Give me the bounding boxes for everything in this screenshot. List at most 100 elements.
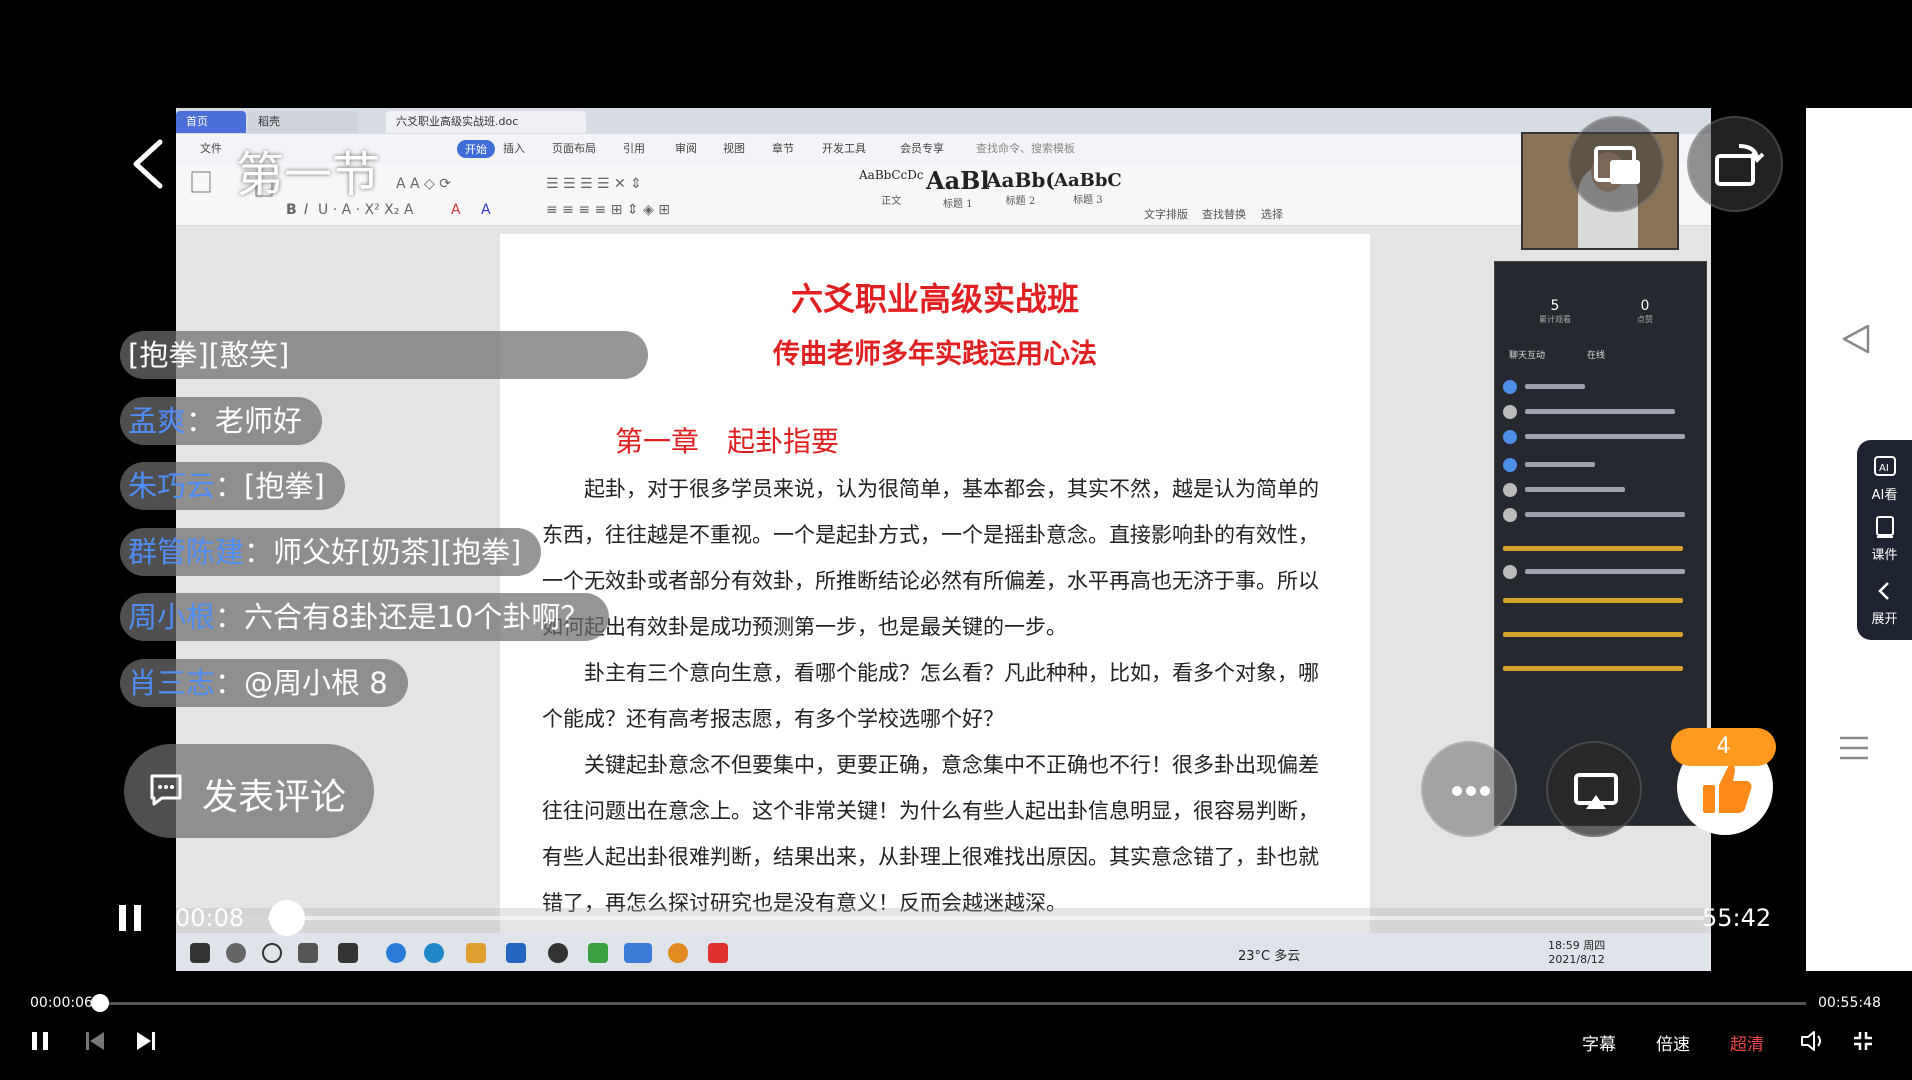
- ribbon-text-layout: 文字排版: [1144, 208, 1188, 221]
- live-chat-message: [1503, 628, 1695, 642]
- svg-text:A: A: [481, 202, 491, 218]
- comment-item: [抱拳][憨笑]: [120, 331, 648, 379]
- wps-menu-layout: 页面布局: [552, 142, 596, 155]
- comment-item: 孟爽：老师好: [120, 397, 323, 445]
- wps-menu-bar: 文件 开始 插入 页面布局 引用 审阅 视图 章节 开发工具 会员专享 查找命令…: [176, 134, 1711, 164]
- back-arrow-icon[interactable]: [128, 138, 168, 190]
- svg-text:A A ◇ ⟳: A A ◇ ⟳: [396, 176, 451, 192]
- style-heading1: AaBl 标题 1: [926, 166, 990, 210]
- side-tool-panel: AI AI看 课件 展开: [1857, 440, 1912, 640]
- taskbar-clock: 18:59 周四 2021/8/12: [1548, 939, 1606, 966]
- bottom-pause-icon[interactable]: [30, 1030, 50, 1052]
- wps-icon: [708, 943, 728, 963]
- live-chat-message: [1503, 662, 1695, 676]
- live-tab-chat: 聊天互动: [1509, 351, 1546, 361]
- live-chat-message: [1503, 565, 1695, 579]
- wps-tab-docer: 稻壳: [248, 111, 358, 133]
- folder-icon: [466, 943, 486, 963]
- nav-back-icon[interactable]: [1840, 322, 1874, 356]
- comment-item: 朱巧云：[抱拳]: [120, 462, 345, 510]
- app-active-icon: [624, 943, 652, 963]
- more-button[interactable]: [1421, 741, 1517, 837]
- chevron-left-icon: [1877, 582, 1889, 600]
- pip-button[interactable]: [1568, 116, 1664, 212]
- wps-ribbon: A A ◇ ⟳ B I U · A · X² X₂ A A A ☰ ☰ ☰ ☰ …: [176, 164, 1711, 226]
- courseware-icon: [1875, 516, 1894, 538]
- comment-icon: [150, 774, 182, 806]
- live-stat-views: 5 累计观看: [1539, 298, 1571, 324]
- wps-menu-chapter: 章节: [772, 142, 794, 155]
- app-icon: [338, 943, 358, 963]
- nav-menu-icon[interactable]: [1836, 730, 1872, 766]
- wps-menu-dev: 开发工具: [822, 142, 866, 155]
- section-title: 第一节: [236, 147, 381, 203]
- side-item-expand[interactable]: 展开: [1857, 578, 1912, 627]
- live-chat-message: [1503, 594, 1695, 608]
- task-view-icon: [298, 943, 318, 963]
- bottom-progress-knob[interactable]: [91, 994, 109, 1012]
- svg-text:≡ ≡ ≡ ≡ ⊞ ⇕ ◈ ⊞: ≡ ≡ ≡ ≡ ⊞ ⇕ ◈ ⊞: [546, 202, 670, 218]
- volume-icon[interactable]: [1799, 1029, 1825, 1053]
- wps-tab-home: 首页: [176, 111, 246, 133]
- app-icon: [668, 943, 688, 963]
- svg-text:☰ ☰ ☰ ☰ ✕ ⇕: ☰ ☰ ☰ ☰ ✕ ⇕: [546, 176, 642, 192]
- post-comment-label: 发表评论: [202, 777, 347, 818]
- speed-button[interactable]: 倍速: [1656, 1030, 1690, 1055]
- windows-taskbar: 23°C 多云 18:59 周四 2021/8/12: [176, 933, 1711, 971]
- subtitle-button[interactable]: 字幕: [1582, 1030, 1616, 1055]
- ribbon-find-replace: 查找替换: [1202, 208, 1246, 221]
- picture-in-picture-icon: [1594, 146, 1640, 184]
- live-chat-message: [1503, 542, 1695, 556]
- ai-icon: AI: [1873, 456, 1896, 476]
- bottom-duration: 00:55:48: [1818, 995, 1881, 1011]
- live-chat-message: [1503, 508, 1695, 522]
- xbox-icon: [548, 943, 568, 963]
- style-heading2: AaBb( 标题 2: [986, 168, 1055, 207]
- pause-icon[interactable]: [116, 903, 144, 933]
- taskbar-weather: 23°C 多云: [1238, 949, 1301, 964]
- next-icon[interactable]: [135, 1030, 157, 1052]
- document-paragraph: 关键起卦意念不但要集中，更要正确，意念集中不正确也不行！很多卦出现偏差往往问题出…: [542, 753, 1319, 915]
- live-chat-message: [1503, 405, 1695, 419]
- comment-item: 肖三志：@周小根 8: [120, 659, 408, 707]
- wps-menu-start: 开始: [457, 140, 495, 158]
- browser-icon: [588, 943, 608, 963]
- rotate-screen-icon: [1715, 144, 1765, 186]
- wps-menu-search: 查找命令、搜索模板: [976, 142, 1075, 155]
- live-tab-online: 在线: [1587, 351, 1606, 361]
- live-chat-message: [1503, 430, 1695, 444]
- cast-button[interactable]: [1546, 741, 1642, 837]
- wps-tab-document: 六爻职业高级实战班.doc: [386, 111, 586, 133]
- document-paragraph: 起卦，对于很多学员来说，认为很简单，基本都会，其实不然，越是认为简单的东西，往往…: [542, 477, 1319, 639]
- wps-menu-references: 引用: [623, 142, 645, 155]
- wps-menu-file: 文件: [200, 142, 222, 155]
- document-title: 六爻职业高级实战班: [790, 280, 1079, 318]
- comment-item: 群管陈建：师父好[奶茶][抱拳]: [120, 528, 542, 576]
- video-player: 首页 稻壳 六爻职业高级实战班.doc 文件 开始 插入 页面布局 引用 审阅 …: [0, 0, 1912, 1080]
- progress-track[interactable]: [268, 916, 1704, 920]
- svg-text:A: A: [451, 202, 461, 218]
- more-dots-icon: [1452, 786, 1490, 796]
- progress-knob[interactable]: [269, 900, 305, 936]
- style-heading3: AaBbC 标题 3: [1054, 170, 1122, 206]
- bottom-current-time: 00:00:06: [30, 995, 93, 1011]
- bottom-progress-track[interactable]: [100, 1002, 1806, 1005]
- post-comment-button[interactable]: 发表评论: [124, 744, 374, 838]
- ie-icon: [386, 943, 406, 963]
- mail-icon: [506, 943, 526, 963]
- wps-tab-bar: 首页 稻壳 六爻职业高级实战班.doc: [176, 108, 1711, 134]
- cortana-icon: [262, 943, 282, 963]
- exit-fullscreen-icon[interactable]: [1851, 1029, 1875, 1053]
- rotate-button[interactable]: [1687, 116, 1783, 212]
- live-chat-message: [1503, 458, 1695, 472]
- search-icon: [226, 943, 246, 963]
- current-time: 00:08: [175, 904, 245, 932]
- side-item-ai[interactable]: AI AI看: [1857, 454, 1912, 503]
- like-count-badge: 4: [1671, 728, 1776, 766]
- wps-menu-review: 审阅: [675, 142, 697, 155]
- cast-screen-icon: [1574, 773, 1618, 809]
- quality-button[interactable]: 超清: [1730, 1030, 1764, 1055]
- document-paragraph: 卦主有三个意向生意，看哪个能成？怎么看？凡此种种，比如，看多个对象，哪个能成？还…: [542, 661, 1319, 731]
- previous-icon[interactable]: [84, 1030, 106, 1052]
- side-item-courseware[interactable]: 课件: [1857, 514, 1912, 563]
